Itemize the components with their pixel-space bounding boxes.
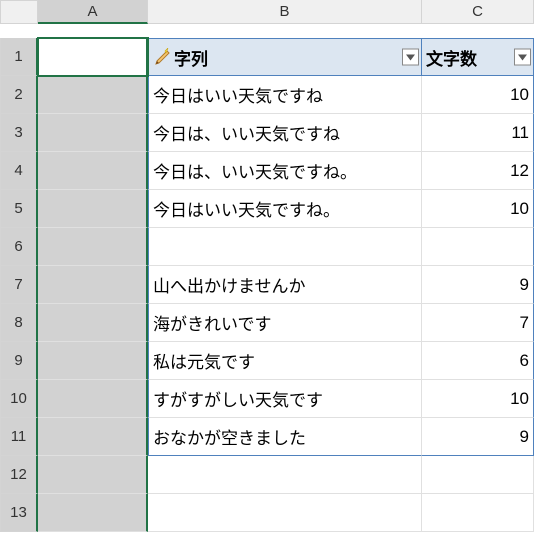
row-header-3[interactable]: 3	[0, 114, 38, 152]
cell-A10[interactable]	[38, 380, 148, 418]
cell-B6[interactable]	[148, 228, 422, 266]
row-header-9[interactable]: 9	[0, 342, 38, 380]
cell-B5[interactable]: 今日はいい天気ですね。	[148, 190, 422, 228]
cell-B11[interactable]: おなかが空きました	[148, 418, 422, 456]
row-header-7[interactable]: 7	[0, 266, 38, 304]
row-header-13[interactable]: 13	[0, 494, 38, 532]
cell-B10[interactable]: すがすがしい天気です	[148, 380, 422, 418]
cell-C5[interactable]: 10	[422, 190, 534, 228]
spreadsheet-grid: A B C 1 字列 文字数 2 今日はいい天気ですね 10 3 今日は、いい天…	[0, 0, 542, 532]
row-header-4[interactable]: 4	[0, 152, 38, 190]
cell-C4[interactable]: 12	[422, 152, 534, 190]
col-header-B[interactable]: B	[148, 0, 422, 24]
cell-C9[interactable]: 6	[422, 342, 534, 380]
filter-button-C[interactable]	[514, 49, 531, 66]
cell-C7[interactable]: 9	[422, 266, 534, 304]
cell-C13[interactable]	[422, 494, 534, 532]
cell-A12[interactable]	[38, 456, 148, 494]
row-header-10[interactable]: 10	[0, 380, 38, 418]
select-all-corner[interactable]	[0, 0, 38, 24]
filter-button-B[interactable]	[402, 49, 419, 66]
cell-B12[interactable]	[148, 456, 422, 494]
cell-C12[interactable]	[422, 456, 534, 494]
cell-B9[interactable]: 私は元気です	[148, 342, 422, 380]
row-header-6[interactable]: 6	[0, 228, 38, 266]
cell-C2[interactable]: 10	[422, 76, 534, 114]
cell-A1[interactable]	[38, 38, 148, 76]
cell-A8[interactable]	[38, 304, 148, 342]
cell-A13[interactable]	[38, 494, 148, 532]
row-header-12[interactable]: 12	[0, 456, 38, 494]
edit-icon	[153, 48, 172, 67]
cell-A4[interactable]	[38, 152, 148, 190]
cell-C6[interactable]	[422, 228, 534, 266]
cell-B8[interactable]: 海がきれいです	[148, 304, 422, 342]
row-header-5[interactable]: 5	[0, 190, 38, 228]
cell-A6[interactable]	[38, 228, 148, 266]
table-header-C-label: 文字数	[426, 45, 477, 70]
col-header-A[interactable]: A	[38, 0, 148, 24]
cell-B2[interactable]: 今日はいい天気ですね	[148, 76, 422, 114]
cell-A11[interactable]	[38, 418, 148, 456]
cell-A7[interactable]	[38, 266, 148, 304]
cell-C3[interactable]: 11	[422, 114, 534, 152]
cell-B7[interactable]: 山へ出かけませんか	[148, 266, 422, 304]
cell-B4[interactable]: 今日は、いい天気ですね。	[148, 152, 422, 190]
cell-C8[interactable]: 7	[422, 304, 534, 342]
cell-A9[interactable]	[38, 342, 148, 380]
cell-A3[interactable]	[38, 114, 148, 152]
cell-A5[interactable]	[38, 190, 148, 228]
row-header-2[interactable]: 2	[0, 76, 38, 114]
cell-A2[interactable]	[38, 76, 148, 114]
cell-C11[interactable]: 9	[422, 418, 534, 456]
table-header-B-label: 字列	[174, 45, 208, 70]
row-header-8[interactable]: 8	[0, 304, 38, 342]
table-header-B[interactable]: 字列	[148, 38, 422, 76]
cell-B3[interactable]: 今日は、いい天気ですね	[148, 114, 422, 152]
row-header-11[interactable]: 11	[0, 418, 38, 456]
cell-B13[interactable]	[148, 494, 422, 532]
col-header-C[interactable]: C	[422, 0, 534, 24]
table-header-C[interactable]: 文字数	[422, 38, 534, 76]
row-header-1[interactable]: 1	[0, 38, 38, 76]
cell-C10[interactable]: 10	[422, 380, 534, 418]
